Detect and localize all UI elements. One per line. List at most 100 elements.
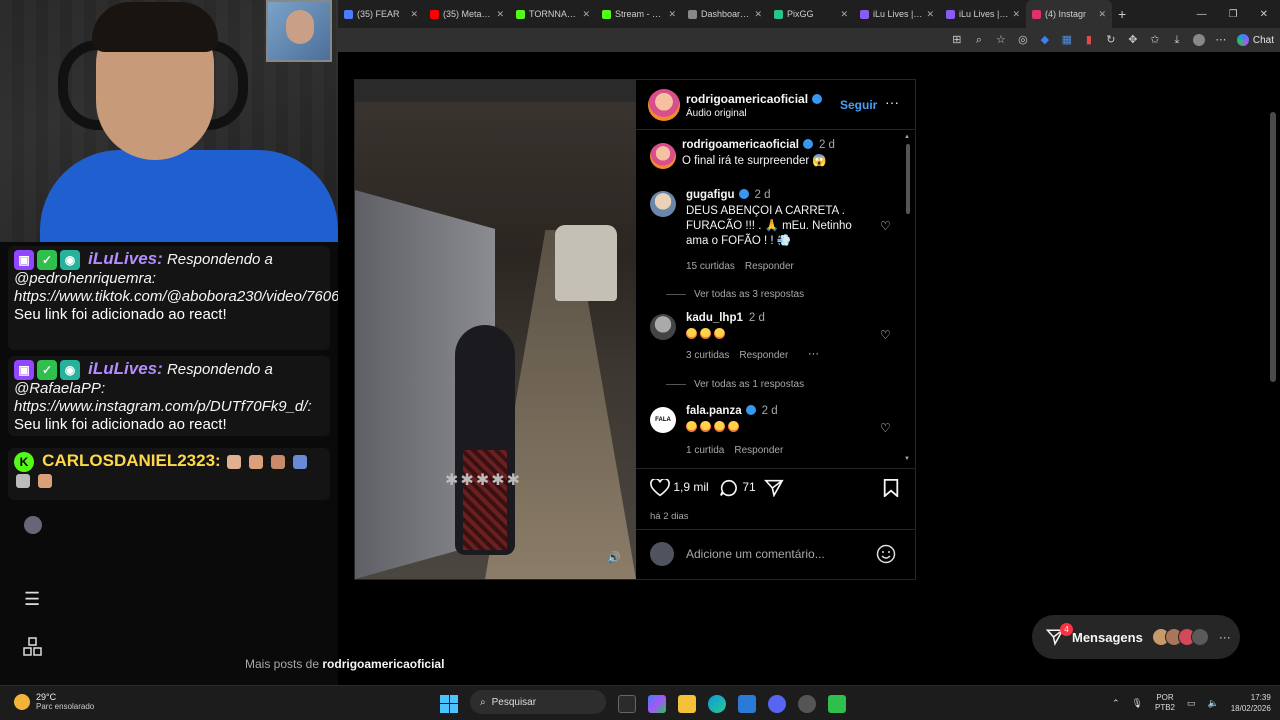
comment-avatar[interactable]: FALA <box>650 407 676 433</box>
likes-count[interactable]: 1,9 mil <box>673 480 708 494</box>
comment-username[interactable]: kadu_lhp1 2 d <box>686 312 765 324</box>
taskbar-search[interactable]: ⌕ Pesquisar <box>470 690 606 714</box>
network-icon[interactable]: ▭ <box>1187 698 1196 709</box>
scroll-up-icon[interactable]: ▲ <box>904 134 910 140</box>
close-tab-icon[interactable]: ✕ <box>496 9 504 20</box>
reply-button[interactable]: Responder <box>739 350 788 361</box>
close-tab-icon[interactable]: ✕ <box>1012 9 1020 20</box>
caption-username[interactable]: rodrigoamericaoficial 2 d <box>682 138 835 151</box>
browser-tab[interactable]: Stream - Kick ✕ <box>596 0 682 28</box>
page-scrollbar[interactable] <box>1270 112 1276 382</box>
refresh-extension-icon[interactable]: ↻ <box>1105 34 1117 46</box>
puzzle-icon[interactable]: ✥ <box>1127 34 1139 46</box>
browser-tab[interactable]: iLu Lives | Sou ✕ <box>854 0 940 28</box>
extension-icon[interactable]: ◎ <box>1017 34 1029 46</box>
apps-grid-icon[interactable] <box>23 637 43 657</box>
sound-icon[interactable]: 🔊 <box>607 551 621 565</box>
emoji-picker-icon[interactable] <box>876 544 896 564</box>
more-posts-user[interactable]: rodrigoamericaoficial <box>322 657 444 671</box>
scroll-thumb[interactable] <box>906 144 910 214</box>
task-view-icon[interactable] <box>618 694 636 713</box>
comment-button[interactable]: 71 <box>719 479 756 497</box>
emoji-icon <box>700 328 711 340</box>
like-comment-icon[interactable]: ♡ <box>880 421 891 435</box>
more-options-icon[interactable]: ··· <box>885 94 899 110</box>
author-avatar[interactable] <box>648 89 680 121</box>
record-extension-icon[interactable]: ▮ <box>1083 34 1095 46</box>
browser-tab[interactable]: TORNNADOZ ✕ <box>510 0 596 28</box>
user-badges: ▣ ✓ ◉ <box>14 360 80 381</box>
browser-tab[interactable]: (4) Instagr ✕ <box>1026 0 1112 28</box>
chevron-up-icon[interactable]: ⌃ <box>1112 698 1120 709</box>
downloads-icon[interactable]: ⤓ <box>1171 34 1183 46</box>
maximize-icon[interactable]: ❐ <box>1229 9 1238 20</box>
reply-button[interactable]: Responder <box>734 445 783 456</box>
author-username[interactable]: rodrigoamericaoficial <box>686 92 823 106</box>
comment-username[interactable]: gugafigu 2 d <box>686 188 771 201</box>
share-button[interactable] <box>763 479 784 498</box>
view-replies-link[interactable]: Ver todas as 3 respostas <box>666 289 804 300</box>
comment-likes[interactable]: 15 curtidas <box>686 261 735 272</box>
browser-tab[interactable]: PixGG ✕ <box>768 0 854 28</box>
copilot-app-icon[interactable] <box>648 694 666 713</box>
comment-likes[interactable]: 3 curtidas <box>686 350 729 361</box>
comment-input[interactable]: Adicione um comentário... <box>686 547 825 561</box>
like-button[interactable]: 1,9 mil <box>650 477 709 497</box>
comment-avatar[interactable] <box>650 314 676 340</box>
close-window-icon[interactable]: ✕ <box>1260 9 1268 20</box>
reply-button[interactable]: Responder <box>745 261 794 272</box>
weather-widget[interactable]: 29°C Parc ensolarado <box>14 692 94 711</box>
browser-tab[interactable]: Dashboard - L✕ <box>682 0 768 28</box>
like-comment-icon[interactable]: ♡ <box>880 328 891 342</box>
close-tab-icon[interactable]: ✕ <box>1098 9 1106 20</box>
close-tab-icon[interactable]: ✕ <box>410 9 418 20</box>
menu-dots-icon[interactable]: ⋯ <box>1215 34 1227 46</box>
microphone-icon[interactable]: 🎙 <box>1132 698 1143 709</box>
close-tab-icon[interactable]: ✕ <box>668 9 676 20</box>
edge-browser-icon[interactable] <box>708 694 726 713</box>
close-tab-icon[interactable]: ✕ <box>926 9 934 20</box>
zoom-icon[interactable]: ⌕ <box>973 34 985 46</box>
messages-button[interactable]: 4 Mensagens ··· <box>1032 615 1240 659</box>
settings-icon[interactable] <box>798 694 816 713</box>
post-video[interactable]: ✱✱✱✱✱ 🔊 <box>355 80 636 579</box>
post-timestamp[interactable]: há 2 dias <box>650 511 689 522</box>
close-tab-icon[interactable]: ✕ <box>840 9 848 20</box>
scroll-down-icon[interactable]: ▼ <box>904 456 910 462</box>
language-indicator[interactable]: POR PTB2 <box>1155 693 1175 713</box>
follow-button[interactable]: Seguir <box>840 98 877 112</box>
chat-message: K CARLOSDANIEL2323: <box>8 448 330 500</box>
profile-avatar[interactable] <box>1192 34 1205 46</box>
comment-username[interactable]: fala.panza 2 d <box>686 404 778 417</box>
browser-tab[interactable]: (35) Metal Inst ✕ <box>424 0 510 28</box>
favorites-icon[interactable]: ✩ <box>1149 34 1161 46</box>
translate-extension-icon[interactable]: ▦ <box>1061 34 1073 46</box>
favorite-star-icon[interactable]: ☆ <box>995 34 1007 46</box>
comment-likes[interactable]: 1 curtida <box>686 445 724 456</box>
view-replies-link[interactable]: Ver todas as 1 respostas <box>666 379 804 390</box>
copilot-chat-button[interactable]: Chat <box>1236 34 1274 46</box>
green-app-icon[interactable] <box>828 694 846 713</box>
clock[interactable]: 17:39 18/02/2026 <box>1231 692 1271 714</box>
comment-options-icon[interactable]: ··· <box>808 348 819 360</box>
discord-icon[interactable] <box>768 694 786 713</box>
store-icon[interactable] <box>738 694 756 713</box>
shield-extension-icon[interactable]: ◆ <box>1039 34 1051 46</box>
browser-tab[interactable]: (35) FEAR ✕ <box>338 0 424 28</box>
close-tab-icon[interactable]: ✕ <box>754 9 762 20</box>
file-explorer-icon[interactable] <box>678 694 696 713</box>
caption-avatar[interactable] <box>650 143 676 169</box>
save-button[interactable] <box>883 479 899 499</box>
minimize-icon[interactable]: — <box>1197 9 1207 20</box>
comment-avatar[interactable] <box>650 191 676 217</box>
windows-start-icon[interactable] <box>440 694 458 713</box>
volume-icon[interactable]: 🔈 <box>1208 698 1219 709</box>
browser-tab[interactable]: iLu Lives | Rea✕ <box>940 0 1026 28</box>
split-screen-icon[interactable]: ⊞ <box>951 34 963 46</box>
hamburger-menu-icon[interactable]: ☰ <box>24 590 42 608</box>
close-tab-icon[interactable]: ✕ <box>582 9 590 20</box>
like-comment-icon[interactable]: ♡ <box>880 219 891 233</box>
comments-scrollbar[interactable]: ▲ ▼ <box>904 134 912 464</box>
new-tab-icon[interactable]: + <box>1112 6 1132 22</box>
audio-label[interactable]: Áudio original <box>686 108 747 119</box>
